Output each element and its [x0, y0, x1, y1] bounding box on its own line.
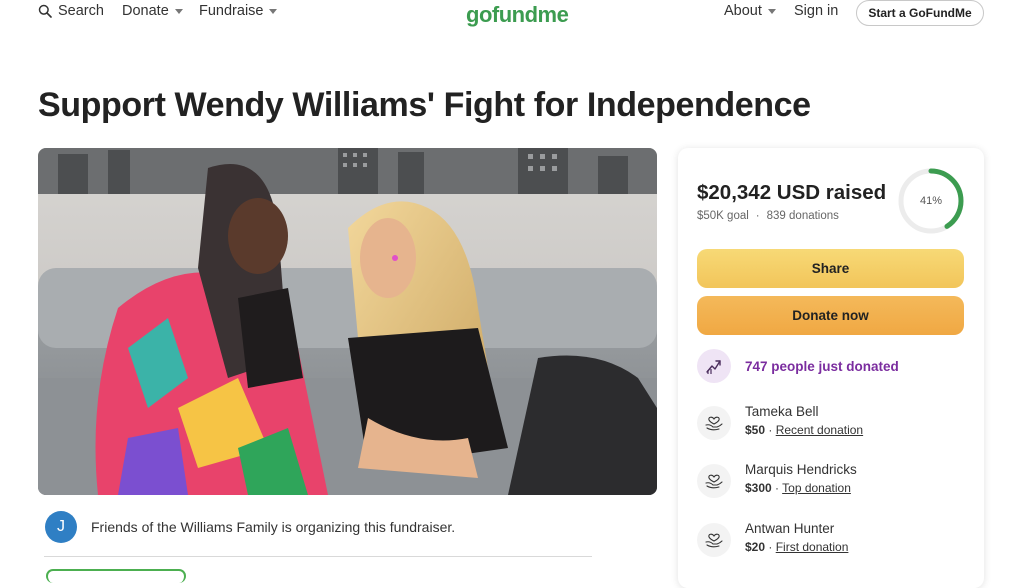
divider	[44, 556, 592, 557]
goal-meta: $50K goal · 839 donations	[697, 210, 839, 222]
share-button[interactable]: Share	[697, 249, 964, 288]
organizer-text: Friends of the Williams Family is organi…	[91, 519, 456, 535]
campaign-title: Support Wendy Williams' Fight for Indepe…	[38, 86, 811, 124]
donor-info: Antwan Hunter $20 · First donation	[745, 521, 848, 554]
donor-name: Antwan Hunter	[745, 521, 835, 536]
amount-raised: $20,342 USD raised	[697, 181, 887, 204]
goal-text: $50K goal	[697, 210, 749, 222]
donate-pill-button[interactable]	[46, 569, 186, 583]
donor-detail: $50 · Recent donation	[745, 423, 863, 437]
donor-row: Marquis Hendricks $300 · Top donation	[697, 462, 857, 498]
avatar: J	[45, 511, 77, 543]
donor-separator: ·	[771, 481, 783, 495]
gofundme-logo[interactable]: gofundme	[466, 0, 569, 27]
search-icon	[38, 4, 52, 18]
donor-amount: $20	[745, 540, 766, 554]
donor-name: Tameka Bell	[745, 404, 819, 419]
site-header: Search Donate Fundraise gofundme About S…	[0, 0, 1024, 27]
chevron-down-icon	[269, 9, 278, 14]
donor-name: Marquis Hendricks	[745, 462, 857, 477]
search-label: Search	[58, 3, 104, 19]
heart-hands-icon	[697, 406, 731, 440]
donor-detail: $20 · First donation	[745, 540, 848, 554]
about-menu[interactable]: About	[724, 3, 776, 19]
fundraise-menu-label: Fundraise	[199, 3, 264, 19]
logo-text: gofundme	[466, 2, 569, 27]
donor-tag-link[interactable]: Recent donation	[776, 423, 863, 437]
donation-card: $20,342 USD raised $50K goal · 839 donat…	[678, 148, 984, 588]
signin-label: Sign in	[794, 3, 839, 19]
meta-separator: ·	[755, 210, 760, 222]
donate-now-button[interactable]: Donate now	[697, 296, 964, 335]
donor-tag-link[interactable]: Top donation	[782, 481, 851, 495]
signin-link[interactable]: Sign in	[794, 3, 838, 19]
campaign-photo	[38, 148, 657, 495]
donor-info: Tameka Bell $50 · Recent donation	[745, 404, 863, 437]
trending-row: 747 people just donated	[697, 349, 899, 383]
donation-count: 839 donations	[766, 210, 839, 222]
donor-amount: $300	[745, 481, 772, 495]
donate-menu-label: Donate	[122, 3, 169, 19]
donor-row: Antwan Hunter $20 · First donation	[697, 521, 848, 557]
organizer-row[interactable]: J Friends of the Williams Family is orga…	[45, 511, 455, 543]
fundraise-menu[interactable]: Fundraise	[199, 3, 278, 19]
donor-row: Tameka Bell $50 · Recent donation	[697, 404, 863, 440]
chevron-down-icon	[767, 9, 776, 14]
donor-detail: $300 · Top donation	[745, 481, 857, 495]
trending-text: 747 people just donated	[745, 358, 899, 374]
progress-percent: 41%	[919, 195, 943, 207]
chevron-down-icon	[174, 9, 183, 14]
donor-separator: ·	[765, 423, 776, 437]
trending-up-icon	[697, 349, 731, 383]
donor-info: Marquis Hendricks $300 · Top donation	[745, 462, 857, 495]
donor-separator: ·	[765, 540, 776, 554]
about-menu-label: About	[724, 3, 762, 19]
donor-amount: $50	[745, 423, 766, 437]
heart-hands-icon	[697, 464, 731, 498]
donate-menu[interactable]: Donate	[122, 3, 183, 19]
start-gofundme-button[interactable]: Start a GoFundMe	[856, 0, 984, 26]
heart-hands-icon	[697, 523, 731, 557]
donor-tag-link[interactable]: First donation	[776, 540, 849, 554]
search-link[interactable]: Search	[38, 3, 104, 19]
